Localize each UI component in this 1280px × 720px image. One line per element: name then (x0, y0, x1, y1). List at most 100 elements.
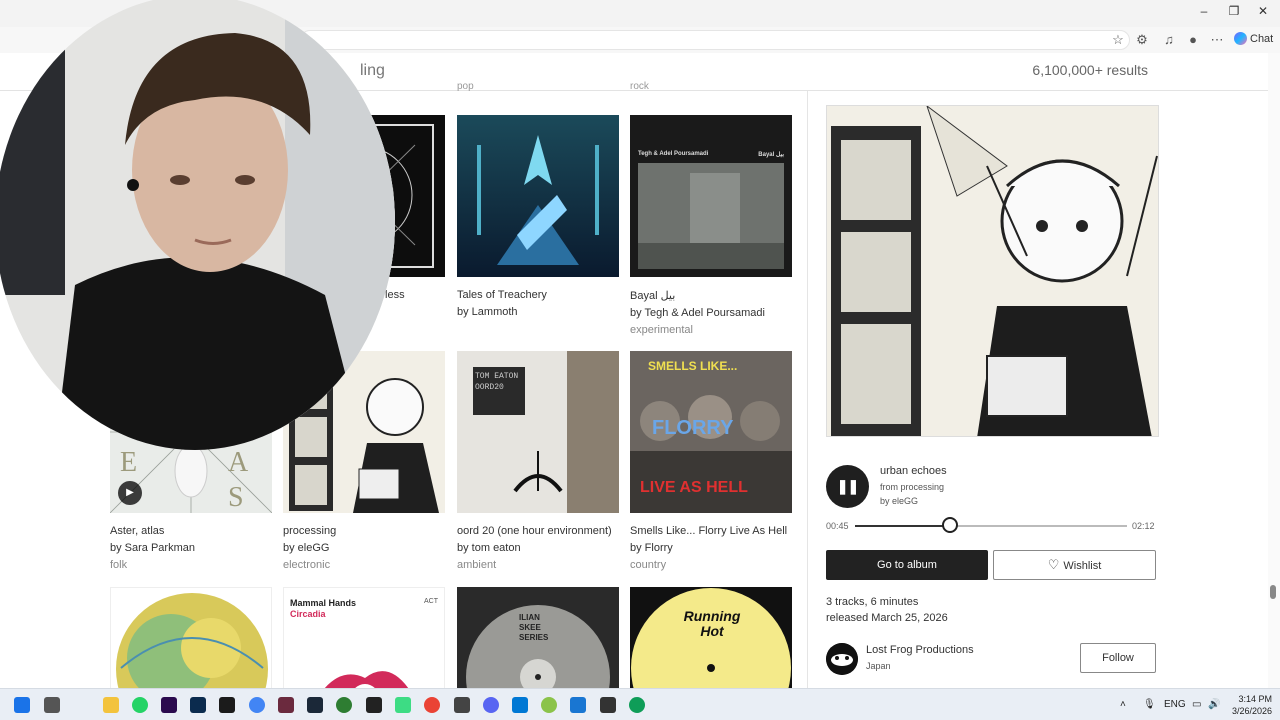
volume-icon[interactable]: 🔊 (1208, 699, 1220, 710)
album-card[interactable]: Tegh & Adel Poursamadi Bayal بیل Bayal ب… (630, 115, 792, 336)
results-count: 6,100,000+ results (1032, 62, 1148, 78)
frog-logo-icon (826, 643, 858, 675)
label-name[interactable]: Lost Frog Productions (866, 644, 974, 656)
album-artist[interactable]: by Florry (630, 542, 792, 554)
follow-button[interactable]: Follow (1080, 643, 1156, 673)
play-icon[interactable]: ▶ (118, 481, 142, 505)
chrome-icon[interactable] (249, 697, 265, 713)
chat-label: Chat (1250, 33, 1274, 45)
track-album[interactable]: from processing (880, 482, 944, 492)
album-artist[interactable]: by Sara Parkman (110, 542, 272, 554)
progress-handle[interactable] (942, 517, 959, 533)
copilot-icon (1234, 32, 1247, 45)
app-icon[interactable] (278, 697, 294, 713)
gamepad-icon[interactable] (44, 697, 60, 713)
address-bar[interactable] (300, 30, 1130, 50)
album-art (457, 115, 619, 277)
pause-button[interactable]: ❚❚ (826, 465, 869, 508)
album-artist[interactable]: by Lammoth (457, 306, 619, 318)
album-card[interactable]: ILIAN SKEE SERIES (457, 587, 619, 688)
minimize-icon[interactable]: – (1194, 4, 1214, 18)
app-icon-3[interactable] (570, 697, 586, 713)
svg-text:A: A (228, 447, 249, 478)
album-title[interactable]: Aster, atlas (110, 525, 272, 537)
album-cover[interactable]: Running Hot (630, 587, 792, 688)
album-card[interactable] (110, 587, 272, 688)
album-card[interactable]: Running Hot (630, 587, 792, 688)
cover-text-mid: FLORRY (652, 417, 734, 439)
xbox-icon[interactable] (336, 697, 352, 713)
heart-icon: ♡ (1047, 557, 1060, 572)
scrollbar-thumb[interactable] (1270, 585, 1276, 599)
start-icon[interactable] (14, 697, 30, 713)
more-menu-icon[interactable]: ⋯ (1209, 32, 1225, 48)
album-card[interactable]: Tales of Treachery by Lammoth (457, 115, 619, 318)
photoshop-icon[interactable] (190, 697, 206, 713)
label-avatar[interactable] (826, 643, 858, 675)
album-title[interactable]: Smells Like... Florry Live As Hell (630, 525, 792, 537)
discord-icon[interactable] (483, 697, 499, 713)
favorite-star-icon[interactable]: ☆ (1110, 32, 1126, 48)
label-location: Japan (866, 661, 891, 671)
edge-icon[interactable] (629, 697, 645, 713)
app-icon-4[interactable] (600, 697, 616, 713)
album-genre[interactable]: ambient (457, 559, 619, 571)
language-indicator[interactable]: ENG (1164, 699, 1186, 710)
album-card[interactable]: SMELLS LIKE... FLORRY LIVE AS HELL Smell… (630, 351, 792, 571)
time-current: 00:45 (826, 521, 849, 531)
album-artist[interactable]: by Tegh & Adel Poursamadi (630, 307, 792, 319)
tray-expand-icon[interactable]: ˄ (1120, 699, 1126, 710)
taskbar: ˄ 🎙 ENG ▭ 🔊 3:14 PM 3/26/2026 (0, 688, 1280, 720)
album-title[interactable]: processing (283, 525, 445, 537)
app-icon-2[interactable] (541, 697, 557, 713)
album-artist[interactable]: by tom eaton (457, 542, 619, 554)
extensions-icon[interactable]: ⚙ (1134, 32, 1150, 48)
album-cover[interactable]: ILIAN SKEE SERIES (457, 587, 619, 688)
browser-icon[interactable] (424, 697, 440, 713)
spotify-icon[interactable] (395, 697, 411, 713)
album-title[interactable]: Bayal بیل (630, 289, 792, 302)
copilot-chat-button[interactable]: Chat (1234, 32, 1273, 45)
system-clock[interactable]: 3:14 PM 3/26/2026 (1228, 693, 1272, 717)
album-title[interactable]: oord 20 (one hour environment) (457, 525, 619, 537)
network-icon[interactable]: ▭ (1192, 699, 1201, 710)
store-icon[interactable] (512, 697, 528, 713)
album-cover[interactable]: Mammal Hands Circadia ACT (283, 587, 445, 688)
wishlist-button[interactable]: ♡ Wishlist (993, 550, 1156, 580)
cover-text-right: ACT (424, 598, 438, 605)
album-cover[interactable]: Tegh & Adel Poursamadi Bayal بیل (630, 115, 792, 277)
microphone-icon[interactable]: 🎙 (1143, 699, 1156, 710)
album-artist[interactable]: by eleGG (283, 542, 445, 554)
cover-text-bottom: LIVE AS HELL (640, 479, 748, 496)
track-artist[interactable]: by eleGG (880, 496, 918, 506)
album-cover[interactable]: TOM EATON OORD20 (457, 351, 619, 513)
github-icon[interactable] (454, 697, 470, 713)
restore-icon[interactable]: ❐ (1224, 4, 1244, 18)
premiere-icon[interactable] (161, 697, 177, 713)
steam-icon[interactable] (307, 697, 323, 713)
detail-album-art[interactable] (826, 105, 1159, 437)
album-genre[interactable]: experimental (630, 324, 792, 336)
album-art (630, 115, 792, 277)
webcam-feed-image (0, 0, 395, 450)
album-genre[interactable]: electronic (283, 559, 445, 571)
album-title[interactable]: Tales of Treachery (457, 289, 619, 301)
previous-row-genre: rock (630, 81, 649, 92)
album-cover[interactable] (457, 115, 619, 277)
cover-text-right: Bayal بیل (758, 152, 784, 158)
logitech-icon[interactable] (366, 697, 382, 713)
profile-avatar-icon[interactable]: ● (1185, 32, 1201, 47)
album-genre[interactable]: folk (110, 559, 272, 571)
progress-bar[interactable] (855, 525, 1127, 527)
file-explorer-icon[interactable] (103, 697, 119, 713)
live-icon[interactable] (219, 697, 235, 713)
close-icon[interactable]: ✕ (1253, 4, 1273, 18)
go-to-album-button[interactable]: Go to album (826, 550, 988, 580)
whatsapp-icon[interactable] (132, 697, 148, 713)
media-icon[interactable]: ♫ (1161, 32, 1177, 47)
album-card[interactable]: Mammal Hands Circadia ACT (283, 587, 445, 688)
album-cover[interactable] (110, 587, 272, 688)
album-cover[interactable]: SMELLS LIKE... FLORRY LIVE AS HELL (630, 351, 792, 513)
album-card[interactable]: TOM EATON OORD20 oord 20 (one hour envir… (457, 351, 619, 571)
album-genre[interactable]: country (630, 559, 792, 571)
